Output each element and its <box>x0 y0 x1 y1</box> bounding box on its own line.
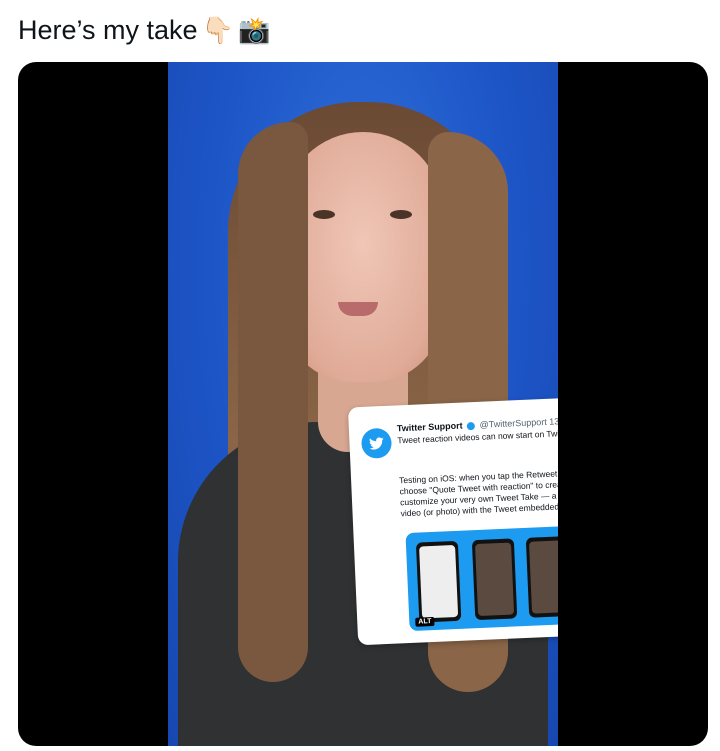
tweet-text: Here’s my take 👇🏻 📸 <box>18 12 270 48</box>
pointing-down-emoji: 👇🏻 <box>201 15 234 45</box>
alt-badge: ALT <box>415 616 435 627</box>
embedded-tweet-name: Twitter Support <box>396 420 463 434</box>
tweet-text-label: Here’s my take <box>18 15 198 45</box>
embedded-tweet-time: 13m <box>549 415 558 427</box>
camera-flash-emoji: 📸 <box>237 15 271 45</box>
left-eye <box>313 210 335 219</box>
video-frame[interactable]: Twitter Support @TwitterSupport 13m Twee… <box>168 62 558 746</box>
embedded-tweet-card: Twitter Support @TwitterSupport 13m Twee… <box>347 396 558 646</box>
embedded-tweet-media: ✦ ALT <box>405 525 558 632</box>
embedded-tweet-handle: @TwitterSupport <box>479 416 547 430</box>
phone-screenshot-3 <box>525 536 558 618</box>
right-eye <box>390 210 412 219</box>
verified-badge-icon <box>467 421 476 430</box>
phone-screenshot-1 <box>415 540 462 623</box>
phone-screenshot-2 <box>471 538 518 621</box>
twitter-bird-icon <box>360 427 393 459</box>
video-player[interactable]: Twitter Support @TwitterSupport 13m Twee… <box>18 62 708 746</box>
embedded-tweet-paragraph-2: Testing on iOS: when you tap the Retweet… <box>398 468 558 519</box>
hair-left <box>238 122 308 682</box>
